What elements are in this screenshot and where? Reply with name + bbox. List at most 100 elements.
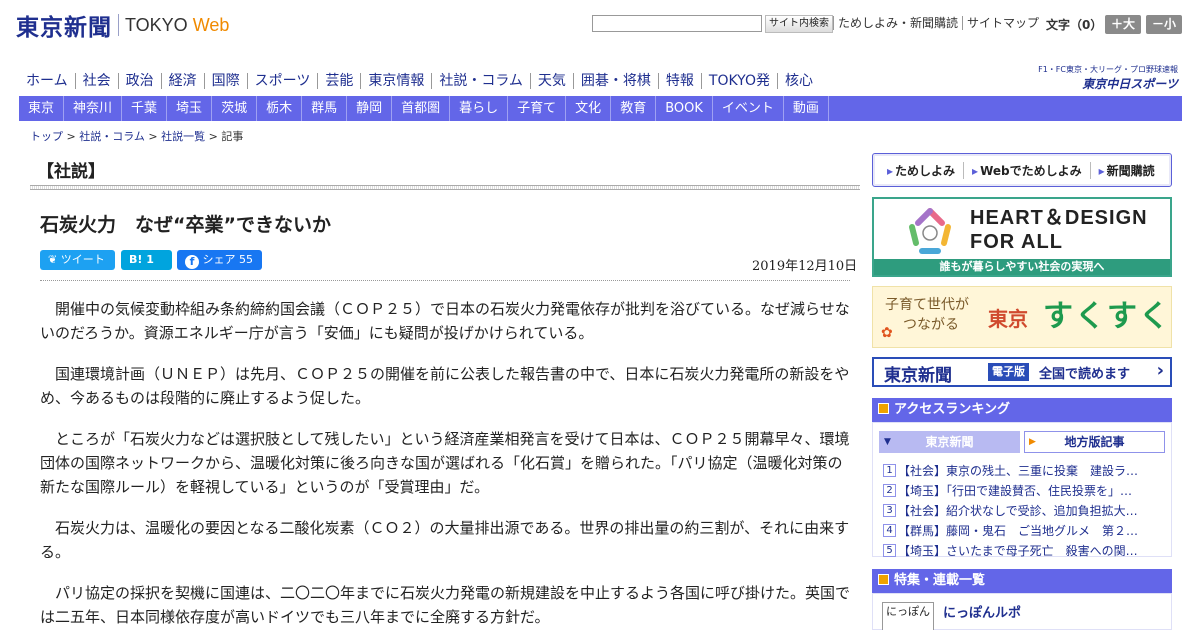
nav-region-chiba[interactable]: 千葉 <box>122 96 168 121</box>
nav-region-kanagawa[interactable]: 神奈川 <box>64 96 123 121</box>
chunichi-logo: 東京中日スポーツ <box>1082 77 1178 91</box>
header-links: ためしよみ・新聞購読 サイトマップ <box>833 16 1043 30</box>
hatena-bookmark-button[interactable]: B! 1 <box>121 250 172 270</box>
nav-weather[interactable]: 天気 <box>529 73 573 89</box>
heart-design-title: HEART＆DESIGN FOR ALL <box>970 206 1148 254</box>
site-search-input[interactable] <box>592 15 762 32</box>
nav-editorial-column[interactable]: 社説・コラム <box>431 73 530 89</box>
main-nav: ホーム 社会 政治 経済 国際 スポーツ 芸能 東京情報 社説・コラム 天気 囲… <box>19 70 820 92</box>
tab-subscribe[interactable]: 新聞購読 <box>1091 162 1163 179</box>
nav-economy[interactable]: 経済 <box>160 73 204 89</box>
nav-parenting[interactable]: 子育て <box>508 96 567 121</box>
nav-international[interactable]: 国際 <box>203 73 247 89</box>
site-logo[interactable]: 東京新聞 TOKYO Web <box>16 8 229 42</box>
nav-sports[interactable]: スポーツ <box>246 73 318 89</box>
nav-video[interactable]: 動画 <box>784 96 829 121</box>
chunichi-sports-link[interactable]: F1・FC東京・大リーグ・プロ野球速報 東京中日スポーツ <box>1026 64 1178 92</box>
ranking-list: 1 【社会】東京の残土、三重に投棄 建設ラ… 2 【埼玉】「行田で建設賛否、住民投票… <box>883 460 1165 560</box>
tokyo-sukusuku-banner[interactable]: 子育て世代が つながる ✿ 東京 すくすく <box>872 286 1172 348</box>
font-smaller-button[interactable]: －小 <box>1146 15 1182 34</box>
epaper-logo: 東京新聞 <box>884 366 952 386</box>
facebook-share-button[interactable]: f シェア 55 <box>177 250 262 270</box>
nav-region-shutoken[interactable]: 首都圏 <box>392 96 451 121</box>
facebook-share-label: シェア 55 <box>202 253 254 266</box>
ranking-item[interactable]: 3 【社会】紹介状なしで受診、追加負担拡大… <box>883 500 1165 520</box>
logo-separator <box>118 14 119 36</box>
nav-special-report[interactable]: 特報 <box>657 73 701 89</box>
tab-web-trial-read[interactable]: Webでためしよみ <box>964 161 1091 179</box>
header-link-sitemap[interactable]: サイトマップ <box>962 16 1043 30</box>
nav-region-saitama[interactable]: 埼玉 <box>167 96 213 121</box>
nav-living[interactable]: 暮らし <box>450 96 509 121</box>
ranking-tab-tokyo-shimbun[interactable]: 東京新聞 <box>879 431 1020 453</box>
twitter-bird-icon: ❦ <box>48 253 58 266</box>
nav-politics[interactable]: 政治 <box>117 73 161 89</box>
nav-go-shogi[interactable]: 囲碁・将棋 <box>572 73 658 89</box>
sukusuku-subtitle: 子育て世代が つながる <box>885 297 969 333</box>
article-paragraph: パリ協定の採択を契機に国連は、二〇二〇年までに石炭火力発電の新規建設を中止するよ… <box>40 584 851 626</box>
nav-tokyo-info[interactable]: 東京情報 <box>360 73 431 89</box>
heart-design-logo-icon <box>909 208 951 254</box>
article-title: 石炭火力 なぜ“卒業”できないか <box>40 214 331 236</box>
access-ranking-title: アクセスランキング <box>894 402 1010 417</box>
nav-society[interactable]: 社会 <box>74 73 118 89</box>
font-size-label: 文字（0） <box>1046 18 1103 32</box>
square-bullet-icon <box>878 574 889 585</box>
header-link-subscribe[interactable]: ためしよみ・新聞購読 <box>833 16 962 30</box>
breadcrumb-editorial-list[interactable]: 社説一覧 <box>161 130 205 143</box>
heart-design-footer: 誰もが暮らしやすい社会の実現へ <box>874 259 1170 275</box>
logo-tokyo-text: TOKYO <box>125 14 188 35</box>
nav-education[interactable]: 教育 <box>611 96 657 121</box>
nav-home[interactable]: ホーム <box>19 73 75 89</box>
feature-thumbnail[interactable]: にっぽん <box>882 602 934 630</box>
nav-book[interactable]: BOOK <box>656 96 713 121</box>
site-search-button[interactable]: サイト内検索 <box>765 15 833 33</box>
nav-region-gunma[interactable]: 群馬 <box>302 96 348 121</box>
nav-entertainment[interactable]: 芸能 <box>317 73 360 89</box>
ranking-item[interactable]: 2 【埼玉】「行田で建設賛否、住民投票を」… <box>883 480 1165 500</box>
article-body: 開催中の気候変動枠組み条約締約国会議（ＣＯＰ２５）で日本の石炭火力発電依存が批判… <box>40 297 850 630</box>
heart-design-banner[interactable]: HEART＆DESIGN FOR ALL 誰もが暮らしやすい社会の実現へ <box>872 197 1172 277</box>
access-ranking-panel: 東京新聞 地方版記事 1【社会】東京の残土、三重に投棄 建設ラ… 2【埼玉】「行… <box>872 422 1172 560</box>
subscribe-tabs: ためしよみ Webでためしよみ 新聞購読 <box>872 153 1172 187</box>
font-larger-button[interactable]: ＋大 <box>1105 15 1141 34</box>
sukusuku-logo: すくすく <box>1043 299 1171 334</box>
nav-region-tochigi[interactable]: 栃木 <box>257 96 303 121</box>
breadcrumb-top[interactable]: トップ <box>30 130 63 143</box>
tweet-button[interactable]: ❦ ツイート <box>40 250 115 270</box>
nav-region-shizuoka[interactable]: 静岡 <box>347 96 393 121</box>
feature-link-nippon-repo[interactable]: にっぽんルポ <box>943 602 1021 621</box>
breadcrumb-editorial-column[interactable]: 社説・コラム <box>79 130 145 143</box>
ranking-item[interactable]: 4 【群馬】藤岡・鬼石 ご当地グルメ 第２… <box>883 520 1165 540</box>
article-divider <box>40 280 850 281</box>
epaper-banner[interactable]: 東京新聞 電子版 全国で読めます › <box>872 357 1172 387</box>
nav-tokyo-hatsu[interactable]: TOKYO発 <box>700 73 777 89</box>
breadcrumb: トップ > 社説・コラム > 社説一覧 > 記事 <box>30 130 244 143</box>
hatena-b-icon: B! <box>129 253 143 266</box>
epaper-text: 全国で読めます <box>1039 367 1131 382</box>
article-date: 2019年12月10日 <box>752 259 858 274</box>
flower-icon: ✿ <box>881 325 893 341</box>
chunichi-sub: F1・FC東京・大リーグ・プロ野球速報 <box>1038 65 1178 74</box>
epaper-badge: 電子版 <box>988 363 1029 381</box>
article-paragraph: ところが「石炭火力などは選択肢として残したい」という経済産業相発言を受けて日本は… <box>40 430 850 496</box>
sukusuku-tokyo: 東京 <box>988 307 1028 331</box>
tab-trial-read[interactable]: ためしよみ <box>879 161 965 179</box>
facebook-icon: f <box>185 255 199 269</box>
breadcrumb-current: 記事 <box>221 130 244 143</box>
nav-region-tokyo[interactable]: 東京 <box>19 96 65 121</box>
article-paragraph: 石炭火力は、温暖化の要因となる二酸化炭素（ＣＯ２）の大量排出源である。世界の排出… <box>40 519 850 561</box>
ranking-item[interactable]: 5 【埼玉】さいたまで母子死亡 殺害への関… <box>883 540 1165 560</box>
square-bullet-icon <box>878 403 889 414</box>
ranking-tab-regional[interactable]: 地方版記事 <box>1024 431 1165 453</box>
tweet-label: ツイート <box>60 253 105 266</box>
nav-culture[interactable]: 文化 <box>566 96 612 121</box>
features-panel: にっぽん にっぽんルポ <box>872 593 1172 630</box>
heart-design-title-line1: HEART＆DESIGN <box>970 207 1148 229</box>
nav-events[interactable]: イベント <box>713 96 784 121</box>
nav-kakushin[interactable]: 核心 <box>776 73 820 89</box>
chevron-right-icon: › <box>1156 360 1164 381</box>
ranking-item[interactable]: 1 【社会】東京の残土、三重に投棄 建設ラ… <box>883 460 1165 480</box>
logo-tokyo-shimbun: 東京新聞 <box>16 14 112 41</box>
nav-region-ibaraki[interactable]: 茨城 <box>212 96 258 121</box>
